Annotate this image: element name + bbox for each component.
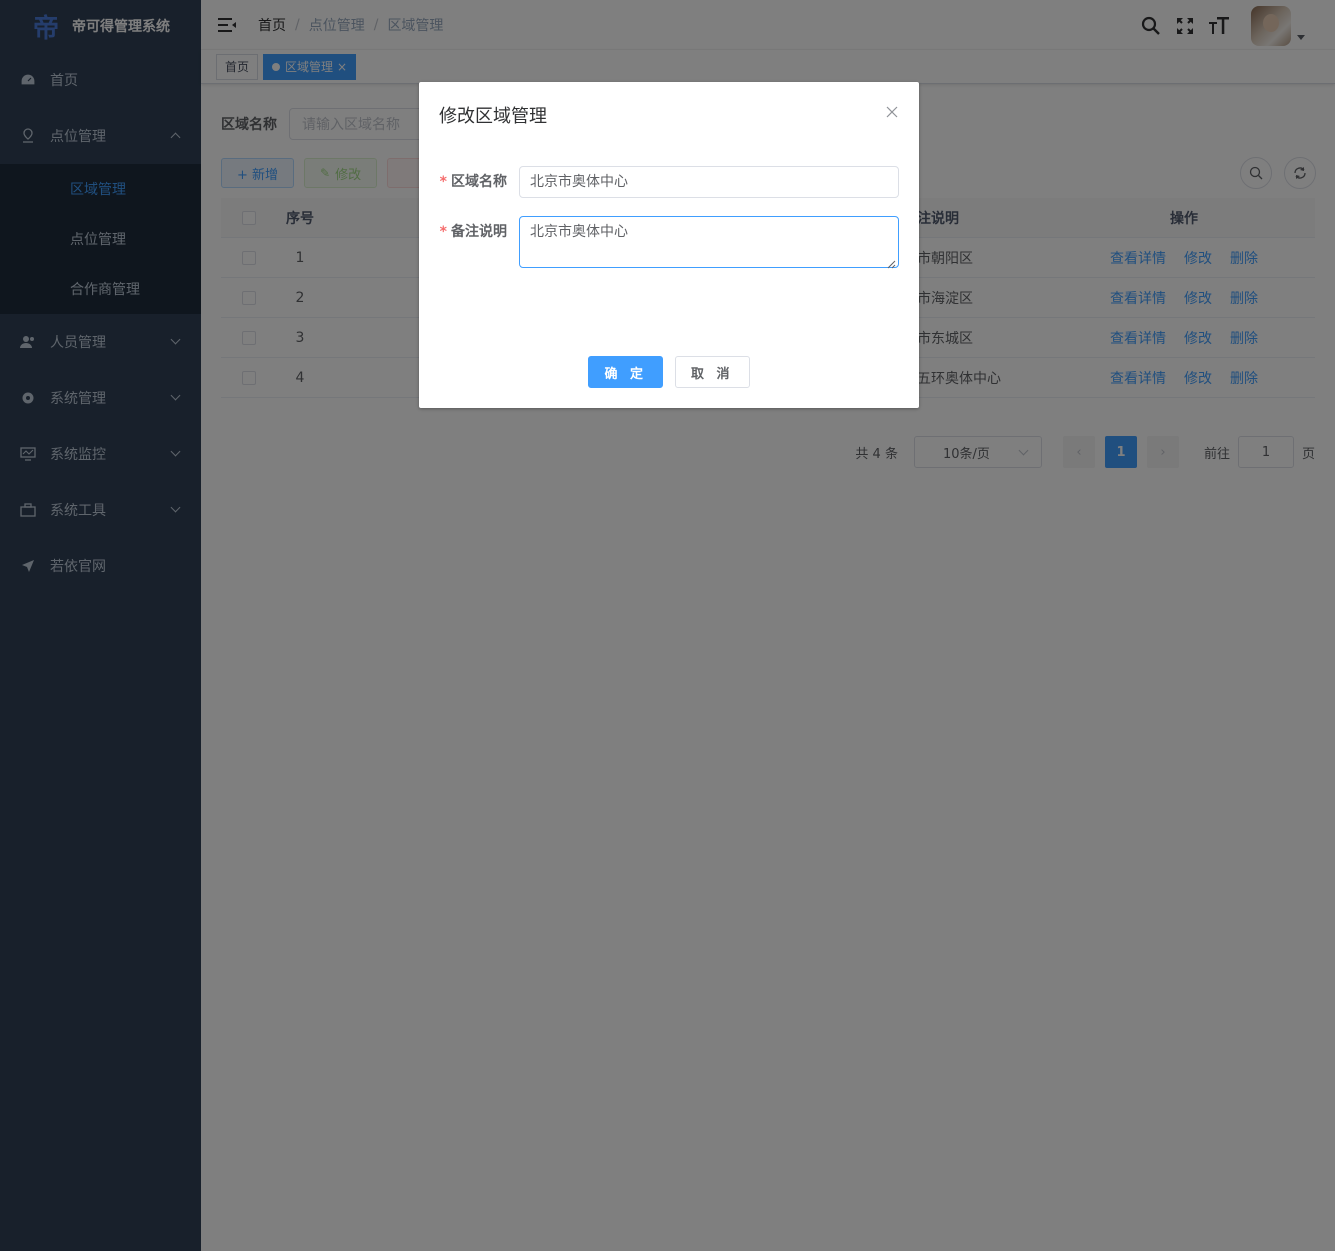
form-row-name: * 区域名称 北京市奥体中心 (439, 166, 899, 198)
note-field-label: * 备注说明 (439, 216, 519, 268)
confirm-button[interactable]: 确 定 (588, 356, 663, 388)
note-label-text: 备注说明 (451, 224, 507, 240)
note-textarea-value: 北京市奥体中心 (530, 224, 628, 240)
cancel-button[interactable]: 取 消 (675, 356, 750, 388)
name-label-text: 区域名称 (451, 174, 507, 190)
required-mark: * (439, 224, 447, 240)
form-row-note: * 备注说明 北京市奥体中心 (439, 216, 899, 269)
close-icon[interactable] (885, 105, 899, 119)
name-field-label: * 区域名称 (439, 166, 519, 198)
note-textarea[interactable]: 北京市奥体中心 (519, 216, 899, 269)
dialog-footer: 确 定 取 消 (419, 356, 919, 388)
resize-handle-icon[interactable] (886, 255, 896, 269)
dialog-title: 修改区域管理 (439, 106, 547, 127)
required-mark: * (439, 174, 447, 190)
region-name-input[interactable]: 北京市奥体中心 (519, 166, 899, 198)
edit-region-dialog: 修改区域管理 * 区域名称 北京市奥体中心 * 备注说明 北京市奥体中心 确 定 取… (419, 82, 919, 408)
